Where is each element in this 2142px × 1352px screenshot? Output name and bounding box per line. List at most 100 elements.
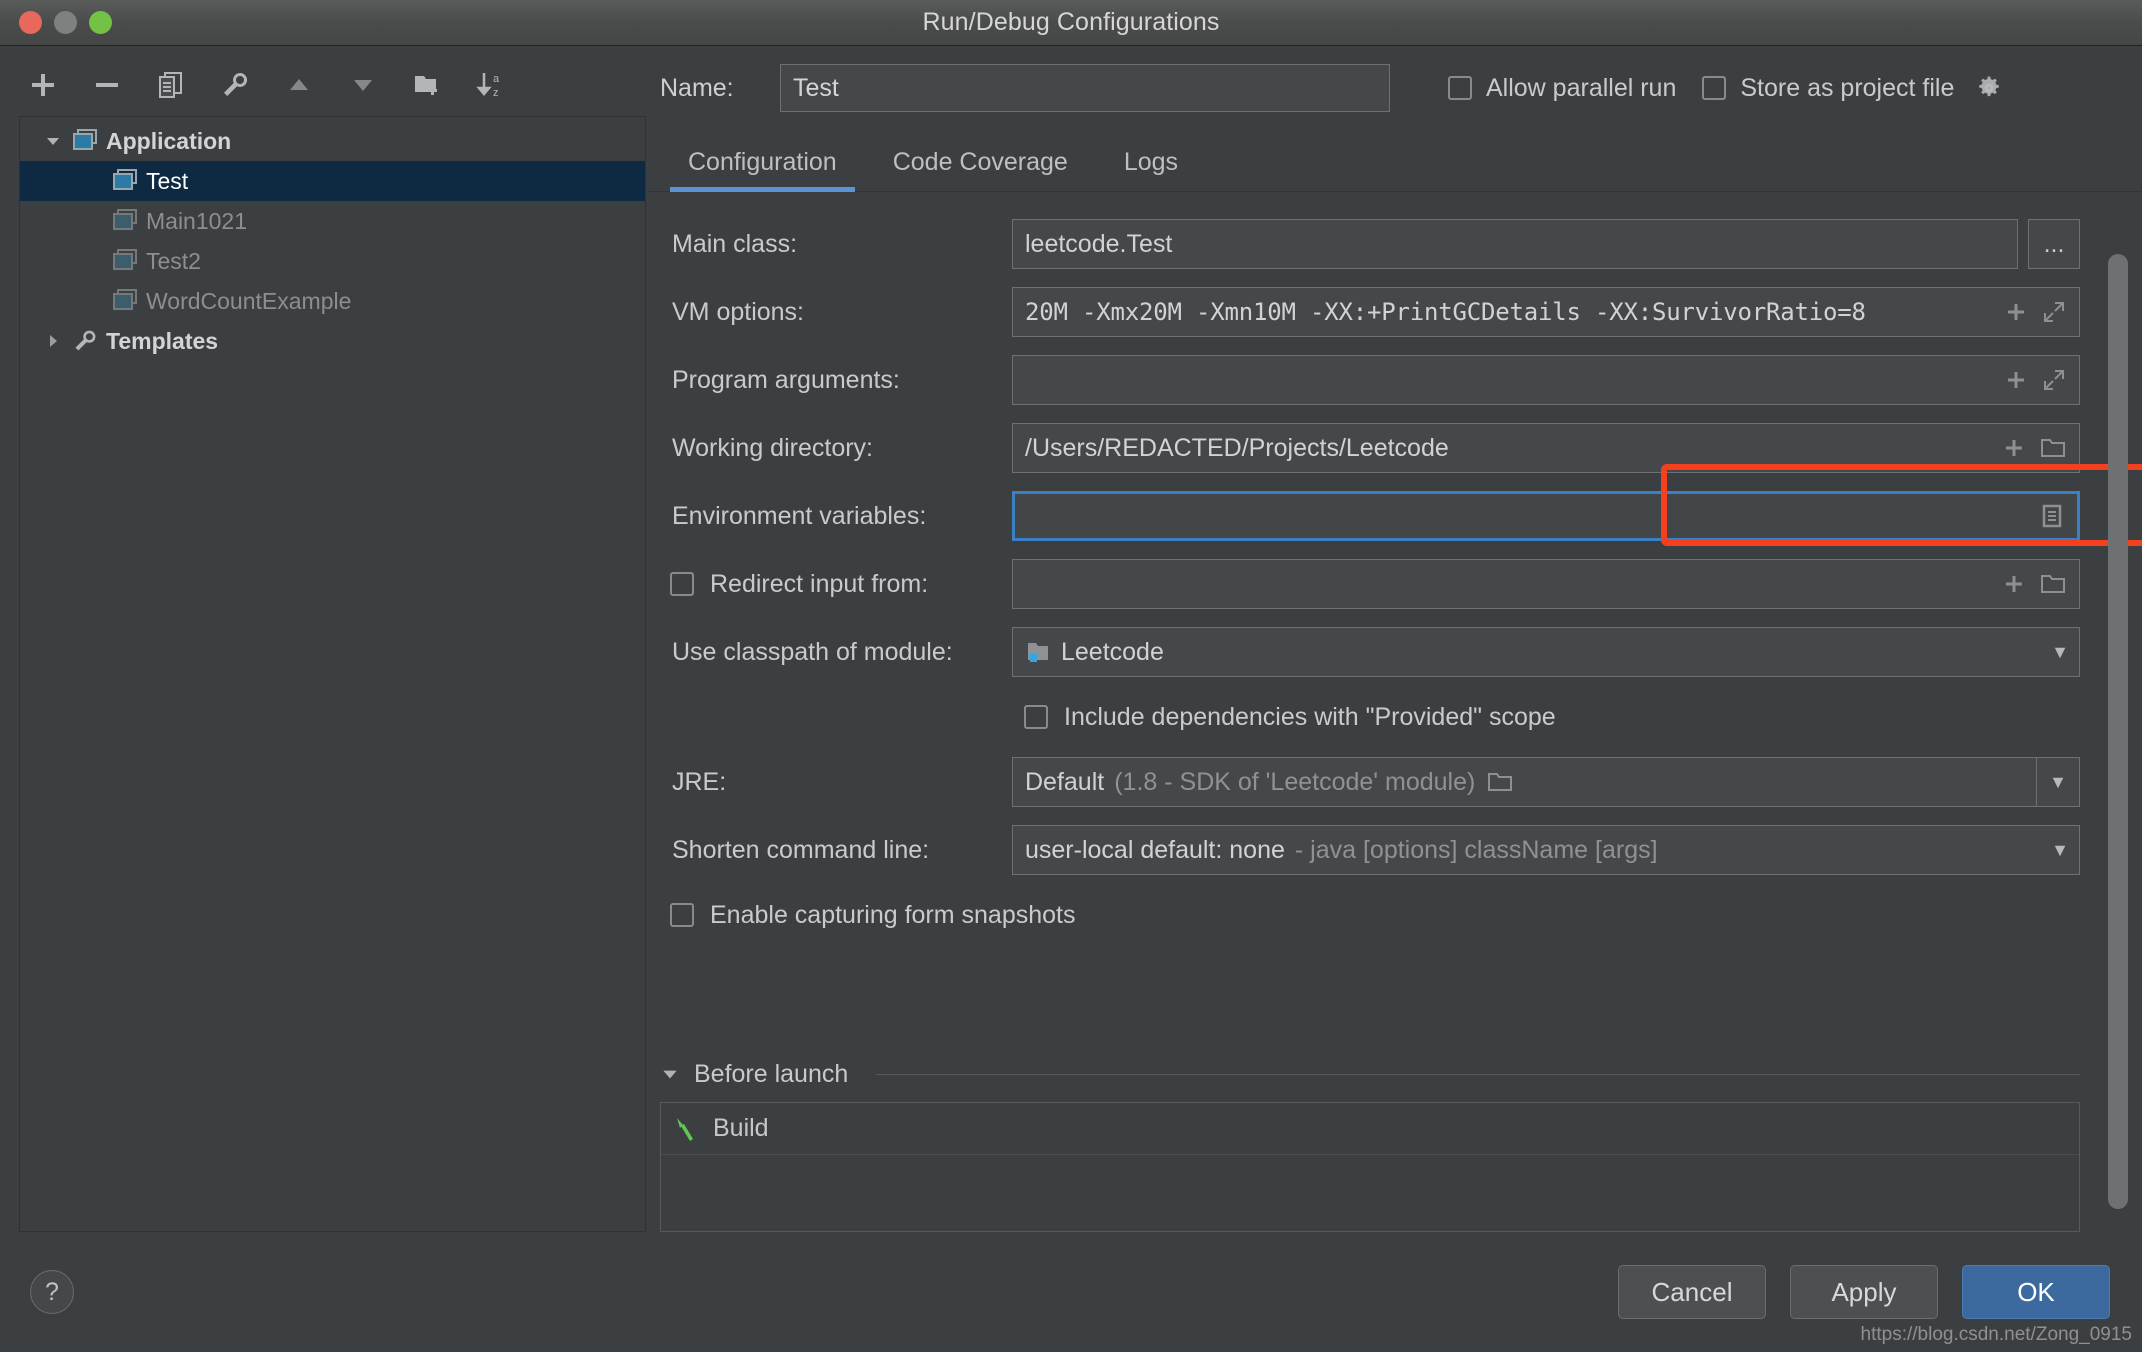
jre-label: JRE: [672,767,727,796]
working-directory-input[interactable]: /Users/REDACTED/Projects/Leetcode [1012,423,2080,473]
allow-parallel-run-label: Allow parallel run [1486,73,1677,102]
main-class-browse-button[interactable]: ... [2028,219,2080,269]
chevron-right-icon[interactable] [42,332,64,350]
main-class-value: leetcode.Test [1025,229,1173,258]
environment-variables-editor-icon[interactable] [2033,503,2071,529]
form-scrollbar[interactable] [2108,214,2128,1209]
tree-node-main1021[interactable]: Main1021 [20,201,645,241]
name-input-value: Test [793,73,839,102]
remove-button[interactable] [86,64,128,106]
name-input[interactable]: Test [780,64,1390,112]
environment-variables-input[interactable] [1012,491,2080,541]
tab-code-coverage[interactable]: Code Coverage [865,148,1096,191]
svg-text:a: a [493,73,500,85]
redirect-input-browse-folder-icon[interactable] [2033,572,2073,596]
include-provided-scope-row: Include dependencies with "Provided" sco… [660,686,2080,748]
before-launch-title: Before launch [694,1059,849,1088]
shorten-command-line-label: Shorten command line: [672,835,930,864]
configurations-toolbar: a z [0,54,648,116]
name-row: Name: Test Allow parallel run Store as p… [648,46,2142,130]
configuration-editor-panel: Name: Test Allow parallel run Store as p… [648,46,2142,1352]
working-directory-row: Working directory: /Users/REDACTED/Proje… [660,414,2080,482]
program-arguments-expand-icon[interactable] [2035,368,2073,392]
tab-logs[interactable]: Logs [1096,148,1206,191]
shorten-command-line-combobox[interactable]: user-local default: none - java [options… [1012,825,2080,875]
program-arguments-label: Program arguments: [672,365,900,394]
tree-node-label: Main1021 [146,207,248,234]
sort-az-icon[interactable]: a z [470,64,512,106]
use-classpath-combobox[interactable]: Leetcode ▼ [1012,627,2080,677]
tree-node-label: Application [106,127,232,154]
redirect-input-path-input[interactable] [1012,559,2080,609]
wrench-icon[interactable] [214,64,256,106]
hammer-icon [673,1115,699,1143]
vm-options-row: VM options: 20M -Xmx20M -Xmn10M -XX:+Pri… [660,278,2080,346]
shorten-command-line-detail: - java [options] className [args] [1294,835,1658,864]
before-launch-list[interactable]: Build [660,1102,2080,1232]
working-directory-label: Working directory: [672,433,873,462]
tree-node-templates[interactable]: Templates [20,321,645,361]
configuration-form-scroll: Main class: leetcode.Test ... VM options… [648,192,2142,1232]
form-scrollbar-thumb[interactable] [2108,254,2128,1209]
chevron-down-icon[interactable] [42,132,64,150]
tab-configuration[interactable]: Configuration [660,148,865,192]
include-provided-scope-label: Include dependencies with "Provided" sco… [1064,702,1556,731]
checkbox-box [1702,76,1727,100]
gear-icon[interactable] [1976,75,2002,101]
add-button[interactable] [22,64,64,106]
program-arguments-insert-macro-icon[interactable] [1997,368,2035,392]
enable-form-snapshots-checkbox[interactable]: Enable capturing form snapshots [660,884,2080,946]
tree-node-label: WordCountExample [146,287,352,314]
redirect-input-row: Redirect input from: [660,550,2080,618]
help-button[interactable]: ? [30,1270,74,1314]
working-directory-insert-macro-icon[interactable] [1995,436,2033,460]
jre-combobox[interactable]: Default (1.8 - SDK of 'Leetcode' module)… [1012,757,2080,807]
triangle-down-icon[interactable] [342,64,384,106]
tree-node-test[interactable]: Test [20,161,645,201]
tree-node-wordcountexample[interactable]: WordCountExample [20,281,645,321]
configuration-form: Main class: leetcode.Test ... VM options… [648,192,2142,946]
use-classpath-value: Leetcode [1061,637,1164,666]
module-icon [1025,639,1051,665]
vm-options-input[interactable]: 20M -Xmx20M -Xmn10M -XX:+PrintGCDetails … [1012,287,2080,337]
program-arguments-input[interactable] [1012,355,2080,405]
vm-options-expand-icon[interactable] [2035,300,2073,324]
main-class-input[interactable]: leetcode.Test [1012,219,2018,269]
chevron-down-icon[interactable]: ▼ [2051,642,2069,663]
tree-node-test2[interactable]: Test2 [20,241,645,281]
ok-button[interactable]: OK [1962,1265,2110,1319]
checkbox-box [1448,76,1472,100]
configurations-tree[interactable]: Application Test Main1021 Test2 WordCoun… [19,116,646,1232]
vm-options-insert-macro-icon[interactable] [1997,300,2035,324]
redirect-input-insert-macro-icon[interactable] [1995,572,2033,596]
apply-button[interactable]: Apply [1790,1265,1938,1319]
jre-value: Default [1025,767,1105,796]
environment-variables-label: Environment variables: [672,501,927,530]
configurations-panel: a z Application Test Main1021 Test2 Word… [0,46,648,1352]
before-launch-item-build[interactable]: Build [661,1103,2079,1155]
wrench-icon [72,328,98,354]
application-icon [112,288,138,314]
tree-node-application[interactable]: Application [20,121,645,161]
shorten-command-line-row: Shorten command line: user-local default… [660,816,2080,884]
before-launch-header[interactable]: Before launch [660,1046,2080,1102]
help-area: ? [0,1232,648,1352]
cancel-button[interactable]: Cancel [1618,1265,1766,1319]
chevron-down-icon[interactable]: ▼ [2051,840,2069,861]
working-directory-browse-folder-icon[interactable] [2033,436,2073,460]
triangle-up-icon[interactable] [278,64,320,106]
shorten-command-line-value: user-local default: none [1025,835,1285,864]
store-as-project-file-checkbox[interactable]: Store as project file [1702,74,2002,103]
include-provided-scope-checkbox[interactable]: Include dependencies with "Provided" sco… [1024,703,1556,732]
jre-browse-folder-icon[interactable] [1475,770,1525,794]
main-class-row: Main class: leetcode.Test ... [660,210,2080,278]
application-icon [112,248,138,274]
copy-icon[interactable] [150,64,192,106]
allow-parallel-run-checkbox[interactable]: Allow parallel run [1448,74,1676,103]
name-row-options: Allow parallel run Store as project file [1448,74,2002,103]
divider [876,1073,2080,1075]
folder-plus-icon[interactable] [406,64,448,106]
chevron-down-icon[interactable] [660,1064,680,1084]
redirect-input-checkbox[interactable]: Redirect input from: [660,570,1012,599]
chevron-down-icon[interactable]: ▼ [2037,772,2079,793]
